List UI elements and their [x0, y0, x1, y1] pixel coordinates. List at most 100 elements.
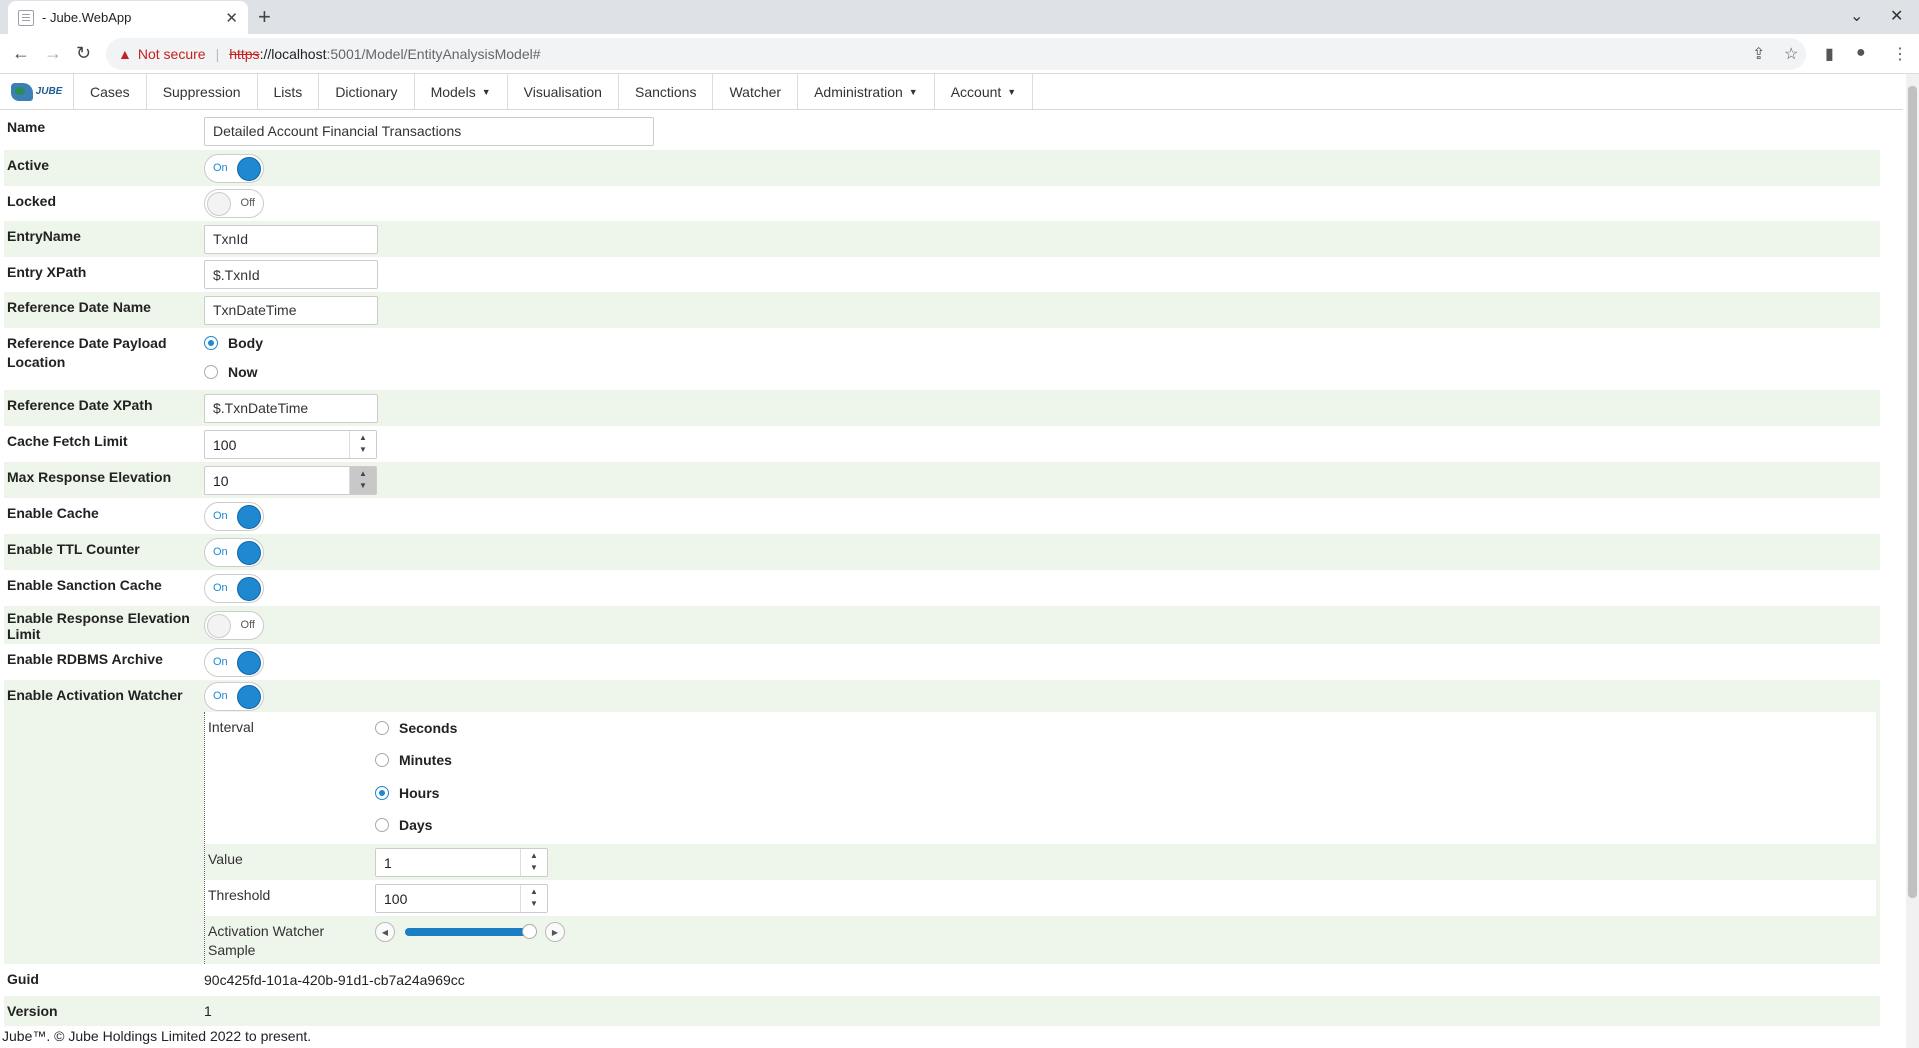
- url-field[interactable]: ▲ Not secure | https://localhost:5001/Mo…: [106, 38, 1806, 70]
- ref-date-location-row: Reference Date Payload Location Body Now: [4, 328, 1880, 390]
- tab-title: - Jube.WebApp: [42, 10, 132, 25]
- locked-row: Locked Off: [4, 186, 1880, 221]
- nav-label: Lists: [273, 83, 303, 100]
- radio-button[interactable]: [375, 817, 389, 832]
- radio-button[interactable]: [204, 335, 218, 350]
- enable-rdbms-archive-row: Enable RDBMS Archive On: [4, 644, 1880, 680]
- entry-xpath-row: Entry XPath: [4, 257, 1880, 292]
- radio-button[interactable]: [375, 785, 389, 800]
- name-row: Name: [4, 112, 1880, 150]
- nav-administration[interactable]: Administration ▼: [798, 74, 935, 109]
- nav-suppression[interactable]: Suppression: [147, 74, 258, 109]
- enable-ttl-counter-toggle[interactable]: On: [204, 537, 264, 567]
- enable-cache-row: Enable Cache On: [4, 498, 1880, 534]
- nav-watcher[interactable]: Watcher: [713, 74, 799, 109]
- forward-icon[interactable]: →: [44, 43, 62, 64]
- page-scrollbar[interactable]: [1906, 74, 1919, 1048]
- spinner-arrows-icon[interactable]: ▲ ▼: [349, 466, 376, 494]
- activation-watcher-sample-row: Activation Watcher Sample ◀ ▶: [205, 916, 1876, 964]
- enable-activation-watcher-toggle[interactable]: On: [204, 681, 264, 711]
- nav-label: Administration: [814, 83, 903, 100]
- caret-down-icon: ▼: [908, 86, 918, 97]
- spinner-arrows-icon[interactable]: ▲ ▼: [520, 848, 547, 876]
- enable-cache-toggle[interactable]: On: [204, 501, 264, 531]
- ref-date-xpath-input[interactable]: [204, 393, 378, 423]
- nav-visualisation[interactable]: Visualisation: [508, 74, 619, 109]
- radio-button[interactable]: [204, 365, 218, 380]
- reload-icon[interactable]: ↻: [76, 43, 91, 64]
- radio-option-seconds[interactable]: Seconds: [375, 712, 457, 744]
- nav-cases[interactable]: Cases: [74, 74, 147, 109]
- radio-option-hours[interactable]: Hours: [375, 777, 439, 809]
- value-spinner[interactable]: 1 ▲ ▼: [375, 847, 548, 877]
- share-icon[interactable]: ⇪: [1752, 44, 1765, 64]
- spinner-arrows-icon[interactable]: ▲ ▼: [349, 430, 376, 458]
- scrollbar-thumb[interactable]: [1908, 86, 1917, 898]
- ref-date-xpath-row: Reference Date XPath: [4, 390, 1880, 426]
- enable-response-elevation-limit-row: Enable Response Elevation Limit Off: [4, 606, 1880, 644]
- toggle-state: On: [213, 545, 228, 558]
- close-tab-icon[interactable]: ✕: [225, 9, 238, 27]
- value-row: Value 1 ▲ ▼: [205, 844, 1876, 880]
- browser-menu-icon[interactable]: ⋮: [1892, 44, 1908, 64]
- slider-thumb[interactable]: [521, 924, 537, 939]
- active-toggle[interactable]: On: [204, 153, 264, 183]
- spinner-value: 1: [384, 854, 392, 871]
- enable-response-elevation-limit-toggle[interactable]: Off: [204, 610, 264, 640]
- tab-search-chevron-icon[interactable]: ⌄: [1850, 6, 1863, 26]
- radio-label: Body: [228, 334, 263, 351]
- name-input[interactable]: [204, 116, 654, 146]
- slider-increase-icon[interactable]: ▶: [545, 922, 565, 942]
- browser-tab[interactable]: - Jube.WebApp ✕: [8, 1, 248, 34]
- ref-date-location-label: Reference Date Payload Location: [7, 335, 167, 370]
- security-status[interactable]: Not secure: [138, 46, 206, 62]
- nav-models[interactable]: Models ▼: [415, 74, 508, 109]
- spinner-arrows-icon[interactable]: ▲ ▼: [520, 884, 547, 912]
- radio-option-days[interactable]: Days: [375, 809, 432, 841]
- enable-sanction-cache-row: Enable Sanction Cache On: [4, 570, 1880, 606]
- locked-toggle[interactable]: Off: [204, 189, 264, 218]
- toggle-state: On: [213, 581, 228, 594]
- nav-label: Visualisation: [523, 83, 602, 100]
- enable-rdbms-archive-toggle[interactable]: On: [204, 647, 264, 677]
- back-icon[interactable]: ←: [12, 43, 30, 64]
- enable-sanction-cache-toggle[interactable]: On: [204, 573, 264, 603]
- page-favicon-icon: [18, 9, 34, 26]
- slider-track[interactable]: [405, 924, 537, 939]
- slider-decrease-icon[interactable]: ◀: [375, 922, 395, 942]
- profile-avatar-icon[interactable]: ●: [1856, 44, 1866, 62]
- radio-button[interactable]: [375, 721, 389, 736]
- cache-fetch-limit-label: Cache Fetch Limit: [7, 433, 128, 449]
- nav-lists[interactable]: Lists: [258, 74, 320, 109]
- interval-label: Interval: [208, 719, 254, 735]
- enable-activation-watcher-label: Enable Activation Watcher: [7, 687, 183, 703]
- bookmark-star-icon[interactable]: ☆: [1784, 44, 1798, 64]
- radio-label: Minutes: [399, 752, 452, 769]
- radio-label: Days: [399, 816, 433, 833]
- side-panel-icon[interactable]: ▮: [1825, 44, 1834, 64]
- ref-date-name-row: Reference Date Name: [4, 292, 1880, 328]
- spinner-value: 10: [213, 472, 229, 489]
- toggle-state: On: [213, 689, 228, 702]
- entry-xpath-input[interactable]: [204, 260, 378, 289]
- enable-response-elevation-limit-label: Enable Response Elevation Limit: [7, 610, 190, 642]
- toggle-state: Off: [240, 197, 255, 209]
- new-tab-icon[interactable]: +: [258, 4, 271, 30]
- entry-name-input[interactable]: [204, 224, 378, 254]
- radio-button[interactable]: [375, 753, 389, 768]
- threshold-spinner[interactable]: 100 ▲ ▼: [375, 883, 548, 913]
- nav-account[interactable]: Account ▼: [935, 74, 1034, 109]
- ref-date-name-input[interactable]: [204, 295, 378, 325]
- nav-sanctions[interactable]: Sanctions: [619, 74, 714, 109]
- jube-logo[interactable]: JUBE: [0, 74, 74, 109]
- value-label: Value: [208, 851, 243, 867]
- sample-slider[interactable]: ◀ ▶: [375, 922, 565, 942]
- radio-option-body[interactable]: Body: [204, 328, 263, 358]
- radio-option-minutes[interactable]: Minutes: [375, 744, 452, 776]
- nav-dictionary[interactable]: Dictionary: [319, 74, 415, 109]
- radio-option-now[interactable]: Now: [204, 358, 258, 388]
- max-response-elevation-spinner[interactable]: 10 ▲ ▼: [204, 465, 377, 495]
- close-window-icon[interactable]: ✕: [1890, 6, 1903, 26]
- url-host: ://localhost: [259, 46, 327, 62]
- cache-fetch-limit-spinner[interactable]: 100 ▲ ▼: [204, 429, 377, 459]
